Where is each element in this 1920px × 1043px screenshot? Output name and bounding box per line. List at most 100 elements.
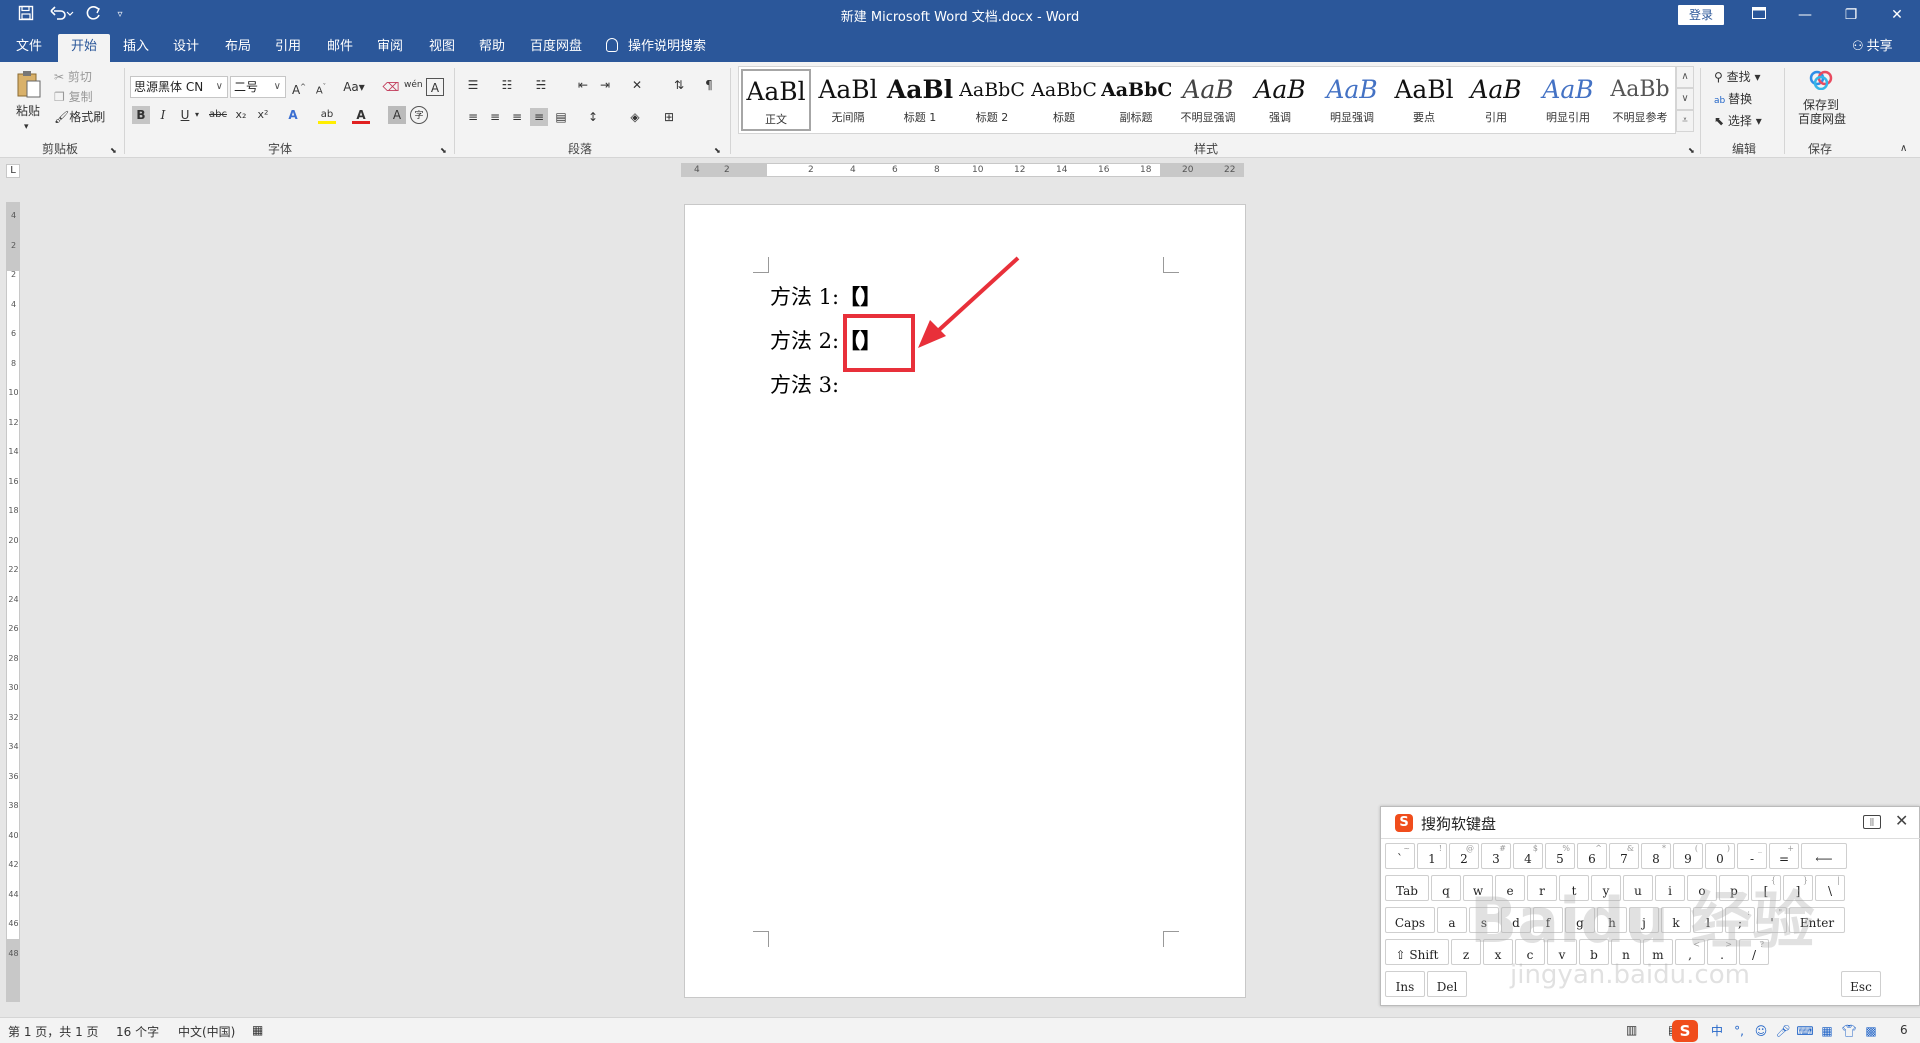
key-r3k8[interactable]: , < xyxy=(1675,939,1705,965)
grow-font-icon[interactable]: A^ xyxy=(290,78,308,97)
font-size-combo[interactable]: 二号 ∨ xyxy=(230,76,286,98)
key-r2k8[interactable]: k xyxy=(1661,907,1691,933)
key-r0k3[interactable]: 3 # xyxy=(1481,843,1511,869)
styles-launcher-icon[interactable]: ⬊ xyxy=(1688,142,1695,160)
zoom-level[interactable]: 6 xyxy=(1900,1023,1908,1037)
key-r1k13[interactable]: \ | xyxy=(1815,875,1845,901)
minimize-icon[interactable]: — xyxy=(1782,0,1828,30)
font-name-combo[interactable]: 思源黑体 CN ∨ xyxy=(130,76,228,98)
toolbox-icon[interactable]: ▩ xyxy=(1862,1022,1880,1040)
key-r0k4[interactable]: 4 $ xyxy=(1513,843,1543,869)
key-r1k7[interactable]: u xyxy=(1623,875,1653,901)
key-r4k3[interactable]: Esc xyxy=(1841,971,1881,997)
key-r0k8[interactable]: 8 * xyxy=(1641,843,1671,869)
gallery-scroll-down-icon[interactable]: ∨ xyxy=(1676,88,1694,110)
key-r2k4[interactable]: f xyxy=(1533,907,1563,933)
key-r2k7[interactable]: j xyxy=(1629,907,1659,933)
style-intense-emphasis[interactable]: AaB 明显强调 xyxy=(1317,69,1387,131)
tab-review[interactable]: 审阅 xyxy=(368,34,412,62)
text-effects-icon[interactable]: A xyxy=(284,106,302,124)
key-r3k4[interactable]: v xyxy=(1547,939,1577,965)
font-color-icon[interactable]: A xyxy=(352,106,370,124)
multilevel-list-icon[interactable]: ☵ xyxy=(532,76,550,94)
close-icon[interactable]: ✕ xyxy=(1874,0,1920,30)
cut-button[interactable]: ✂ 剪切 xyxy=(54,68,92,86)
shirt-icon[interactable]: 👕︎ xyxy=(1840,1022,1858,1040)
sogou-input-icon[interactable]: S xyxy=(1672,1020,1698,1042)
key-r0k2[interactable]: 2 @ xyxy=(1449,843,1479,869)
tab-view[interactable]: 视图 xyxy=(420,34,464,62)
tab-home[interactable]: 开始 xyxy=(58,34,110,62)
key-r0k13[interactable]: ⟵ xyxy=(1801,843,1847,869)
key-r2k3[interactable]: d xyxy=(1501,907,1531,933)
page-count[interactable]: 第 1 页，共 1 页 xyxy=(8,1023,99,1040)
clear-formatting-icon[interactable]: ⌫ xyxy=(382,78,400,96)
subscript-button[interactable]: x₂ xyxy=(232,106,250,124)
key-r2k1[interactable]: a xyxy=(1437,907,1467,933)
key-r3k3[interactable]: c xyxy=(1515,939,1545,965)
save-to-baidu-button[interactable]: 保存到 百度网盘 xyxy=(1798,98,1846,126)
strikethrough-button[interactable]: abc xyxy=(206,106,230,124)
sort-icon[interactable]: ⇅ xyxy=(670,76,688,94)
save-icon[interactable] xyxy=(16,5,36,25)
tab-insert[interactable]: 插入 xyxy=(114,34,158,62)
style-subtle-reference[interactable]: AaBb 不明显参考 xyxy=(1605,69,1675,131)
style-subtitle[interactable]: AaBbC 副标题 xyxy=(1101,69,1171,131)
key-r2k9[interactable]: l xyxy=(1693,907,1723,933)
key-r1k4[interactable]: r xyxy=(1527,875,1557,901)
key-r4k1[interactable]: Del xyxy=(1427,971,1467,997)
key-r2k12[interactable]: Enter xyxy=(1789,907,1845,933)
style-no-spacing[interactable]: AaBl 无间隔 xyxy=(813,69,883,131)
style-title[interactable]: AaBbC 标题 xyxy=(1029,69,1099,131)
tab-selector[interactable]: L xyxy=(6,164,20,178)
character-shading-icon[interactable]: A xyxy=(388,106,406,124)
paragraph-launcher-icon[interactable]: ⬊ xyxy=(714,142,721,160)
key-r2k6[interactable]: h xyxy=(1597,907,1627,933)
replace-button[interactable]: ab 替换 xyxy=(1714,90,1752,110)
close-icon[interactable]: ✕ xyxy=(1895,811,1908,830)
select-button[interactable]: ⬉ 选择 ▾ xyxy=(1714,112,1762,130)
bullets-icon[interactable]: ☰ xyxy=(464,76,482,94)
key-r1k12[interactable]: ]} xyxy=(1783,875,1813,901)
word-count[interactable]: 16 个字 xyxy=(116,1023,159,1040)
key-r0k11[interactable]: - _ xyxy=(1737,843,1767,869)
copy-button[interactable]: ❐ 复制 xyxy=(54,88,93,106)
chinese-layout-icon[interactable]: ✕ xyxy=(628,76,646,94)
tab-help[interactable]: 帮助 xyxy=(470,34,514,62)
key-r1k5[interactable]: t xyxy=(1559,875,1589,901)
decrease-indent-icon[interactable]: ⇤ xyxy=(574,76,592,94)
paste-dropdown-icon[interactable]: ▾ xyxy=(24,118,29,136)
shading-icon[interactable]: ◈ xyxy=(626,108,644,126)
distributed-icon[interactable]: ▤ xyxy=(552,108,570,126)
keyboard-icon[interactable]: ⣿ xyxy=(1863,815,1881,829)
key-r3k2[interactable]: x xyxy=(1483,939,1513,965)
enclose-characters-icon[interactable]: 字 xyxy=(410,106,428,124)
key-r1k1[interactable]: q xyxy=(1431,875,1461,901)
format-painter-button[interactable]: 🖌格式刷 xyxy=(54,108,105,126)
key-r2k2[interactable]: s xyxy=(1469,907,1499,933)
collapse-ribbon-icon[interactable]: ∧ xyxy=(1900,140,1907,158)
customize-icon[interactable]: ▿ xyxy=(112,5,128,25)
align-right-icon[interactable]: ≡ xyxy=(508,108,526,126)
key-r1k8[interactable]: i xyxy=(1655,875,1685,901)
align-left-icon[interactable]: ≡ xyxy=(464,108,482,126)
login-button[interactable]: 登录 xyxy=(1678,5,1724,25)
tab-design[interactable]: 设计 xyxy=(164,34,208,62)
read-mode-icon[interactable]: ▥ xyxy=(1626,1023,1637,1037)
ribbon-display-icon[interactable] xyxy=(1736,0,1782,30)
style-normal[interactable]: AaBl 正文 xyxy=(741,69,811,131)
style-intense-quote[interactable]: AaB 明显引用 xyxy=(1533,69,1603,131)
key-r0k9[interactable]: 9( xyxy=(1673,843,1703,869)
style-heading-2[interactable]: AaBbC 标题 2 xyxy=(957,69,1027,131)
key-r1k3[interactable]: e xyxy=(1495,875,1525,901)
style-heading-1[interactable]: AaBl 标题 1 xyxy=(885,69,955,131)
tab-file[interactable]: 文件 xyxy=(6,34,52,62)
font-launcher-icon[interactable]: ⬊ xyxy=(440,142,447,160)
key-r3k0[interactable]: ⇧ Shift xyxy=(1385,939,1449,965)
key-r0k6[interactable]: 6 ^ xyxy=(1577,843,1607,869)
borders-icon[interactable]: ⊞ xyxy=(660,108,678,126)
find-button[interactable]: ⚲ 查找 ▾ xyxy=(1714,68,1760,86)
key-r2k0[interactable]: Caps xyxy=(1385,907,1435,933)
key-r1k10[interactable]: p xyxy=(1719,875,1749,901)
gallery-more-icon[interactable]: ⩡ xyxy=(1676,110,1694,132)
